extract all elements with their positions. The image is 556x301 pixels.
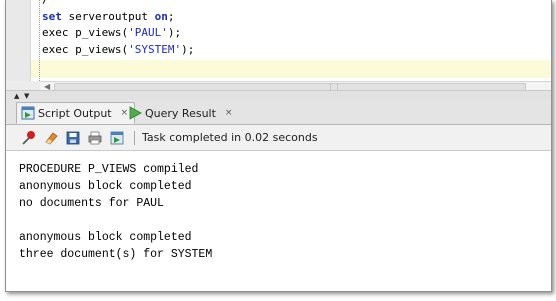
collapse-up-icon[interactable]: ▲ <box>14 92 19 100</box>
code-line: / <box>42 0 194 9</box>
script-output-text: PROCEDURE P_VIEWS compiled anonymous blo… <box>19 163 213 261</box>
keyword-on: on <box>154 9 168 23</box>
collapse-down-icon[interactable]: ▼ <box>24 92 29 100</box>
tab-label: Script Output <box>38 106 112 120</box>
eraser-icon[interactable] <box>42 129 60 147</box>
string-literal: 'SYSTEM' <box>128 42 182 56</box>
code-line: exec p_views('PAUL'); <box>42 26 182 39</box>
code-line: set serveroutput on; <box>42 9 175 23</box>
pushpin-icon[interactable] <box>20 129 38 147</box>
fold-guide <box>39 0 40 81</box>
code-lines[interactable]: /set serveroutput on; exec p_views('PAUL'… <box>42 0 194 58</box>
string-literal: 'PAUL' <box>128 26 168 39</box>
tab-script-output[interactable]: Script Output × <box>16 102 136 124</box>
export-icon[interactable] <box>108 129 126 147</box>
save-icon[interactable] <box>64 129 82 147</box>
script-output-icon <box>21 106 35 120</box>
query-result-icon <box>128 106 142 120</box>
tab-label: Query Result <box>145 106 216 120</box>
script-output-pane[interactable]: PROCEDURE P_VIEWS compiled anonymous blo… <box>6 151 551 291</box>
editor-gutter <box>6 0 31 81</box>
code-line: exec p_views('SYSTEM'); <box>42 42 195 56</box>
close-icon[interactable]: × <box>225 108 233 118</box>
print-icon[interactable] <box>86 129 104 147</box>
output-toolbar: Task completed in 0.02 seconds <box>6 125 551 151</box>
current-line-highlight <box>31 60 551 78</box>
task-status-text: Task completed in 0.02 seconds <box>142 131 318 144</box>
sql-worksheet-editor[interactable]: /set serveroutput on; exec p_views('PAUL'… <box>6 0 551 81</box>
tab-query-result[interactable]: Query Result × <box>124 102 238 124</box>
output-tab-bar: Script Output × Query Result × <box>6 100 551 125</box>
keyword-set: set <box>42 9 62 23</box>
toolbar-separator <box>134 130 135 145</box>
sql-developer-panel: /set serveroutput on; exec p_views('PAUL'… <box>5 0 552 292</box>
